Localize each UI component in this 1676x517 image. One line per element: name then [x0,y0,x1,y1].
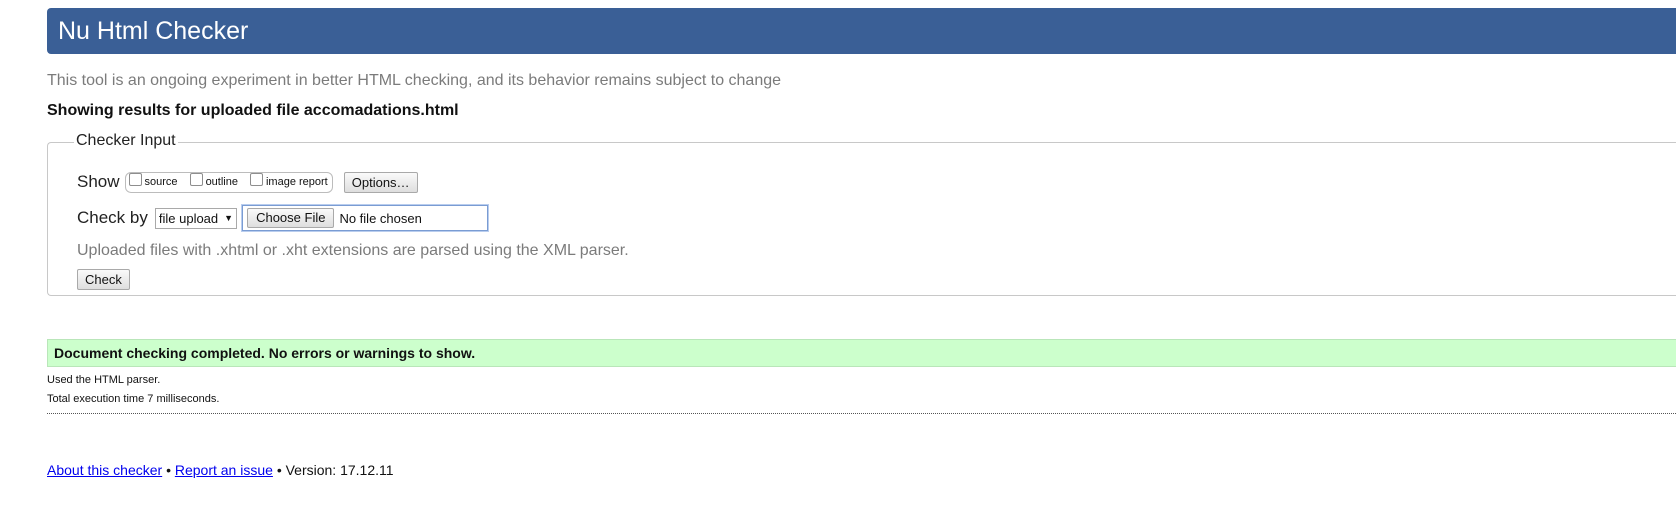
footer: About this checker • Report an issue • V… [47,462,394,478]
image-report-checkbox[interactable]: image report [249,172,328,189]
page-title: Nu Html Checker [58,17,249,45]
report-issue-link[interactable]: Report an issue [175,462,273,478]
show-label: Show [77,172,120,191]
image-report-checkbox-label[interactable]: image report [266,176,328,188]
showing-results-heading: Showing results for uploaded file accoma… [47,102,459,119]
show-row: Show source outline image report Options… [77,170,418,194]
version-text: Version: 17.12.11 [285,462,394,478]
footer-separator-1: • [166,462,171,478]
check-by-selected-value[interactable]: file upload [159,211,218,226]
check-button-row: Check [77,269,130,290]
no-file-chosen-text: No file chosen [339,210,422,226]
about-checker-link[interactable]: About this checker [47,462,162,478]
page: Nu Html Checker This tool is an ongoing … [0,0,1676,517]
parser-info: Used the HTML parser. [47,374,161,386]
success-message: Document checking completed. No errors o… [47,339,1676,367]
source-checkbox-label[interactable]: source [145,176,178,188]
image-report-checkbox-box[interactable] [249,172,263,186]
chevron-down-icon[interactable]: ▼ [224,213,233,223]
xml-parser-note: Uploaded files with .xhtml or .xht exten… [77,242,629,259]
outline-checkbox-box[interactable] [189,172,203,186]
dotted-divider [47,413,1676,414]
checker-input-legend: Checker Input [74,132,178,150]
intro-text: This tool is an ongoing experiment in be… [47,72,782,89]
outline-checkbox-label[interactable]: outline [206,176,238,188]
footer-separator-2: • [276,462,282,478]
check-by-select[interactable]: file upload ▼ [154,207,238,229]
outline-checkbox[interactable]: outline [189,172,238,189]
execution-time-info: Total execution time 7 milliseconds. [47,393,220,405]
check-by-label: Check by [77,208,148,227]
header-bar: Nu Html Checker [47,8,1676,54]
checker-input-fieldset: Checker Input Show source outline image … [47,132,1676,296]
show-options-group: source outline image report [124,171,333,193]
source-checkbox[interactable]: source [128,172,178,189]
choose-file-button[interactable]: Choose File [247,208,335,228]
source-checkbox-box[interactable] [128,172,142,186]
file-upload-field[interactable]: Choose File No file chosen [242,205,489,231]
check-button[interactable]: Check [77,269,130,290]
options-button[interactable]: Options… [343,171,418,193]
check-by-row: Check by file upload ▼ Choose File No fi… [77,204,489,232]
